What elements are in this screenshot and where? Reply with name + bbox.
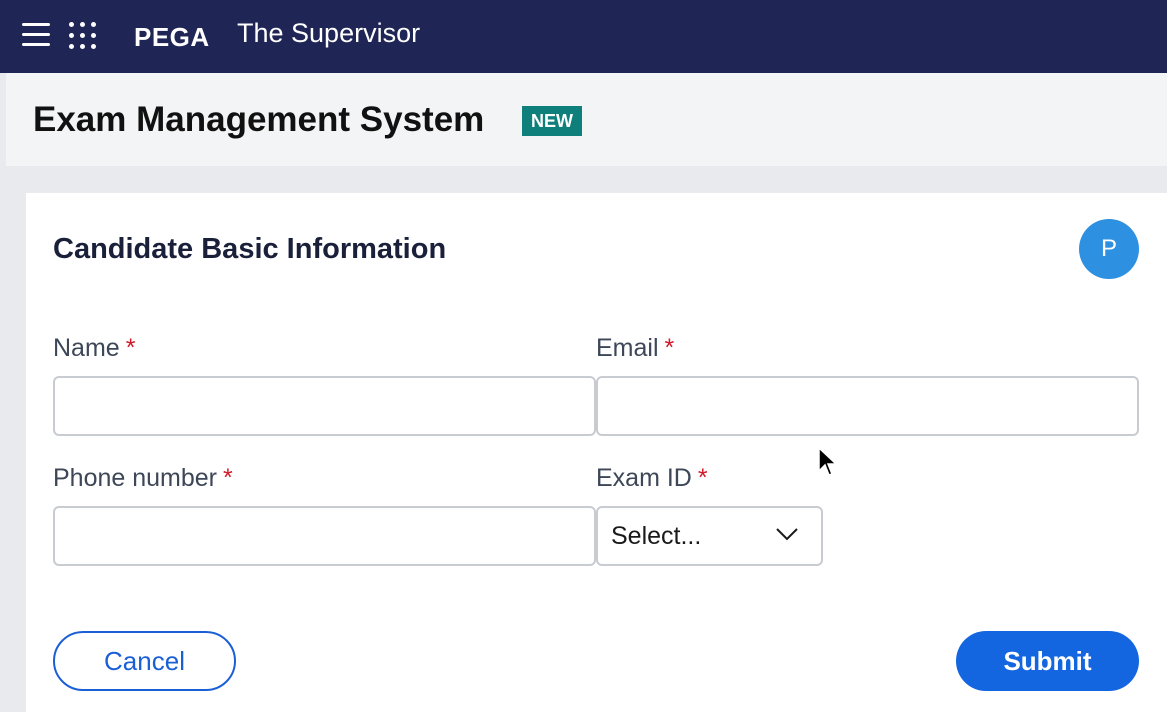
new-badge: NEW [522, 106, 582, 136]
required-marker: * [223, 464, 233, 492]
app-grid-icon[interactable] [69, 22, 97, 50]
page-header: Exam Management System NEW [6, 73, 1167, 166]
required-marker: * [697, 464, 708, 492]
name-label-text: Name [53, 334, 120, 362]
form-title: Candidate Basic Information [53, 233, 447, 265]
chevron-down-icon [776, 528, 798, 541]
page-title: Exam Management System [33, 100, 485, 139]
phone-label-text: Phone number [53, 464, 218, 492]
name-input[interactable] [53, 376, 596, 436]
email-label: Email * [596, 334, 674, 363]
app-name: The Supervisor [237, 18, 421, 48]
avatar[interactable]: P [1079, 219, 1139, 279]
cancel-button[interactable]: Cancel [53, 631, 236, 691]
submit-button[interactable]: Submit [956, 631, 1139, 691]
exam-id-label-text: Exam ID [596, 464, 692, 492]
required-marker: * [125, 334, 136, 362]
hamburger-menu-icon[interactable] [22, 23, 50, 47]
email-label-text: Email [596, 334, 659, 362]
top-navigation-bar: PEGA The Supervisor [0, 0, 1167, 73]
exam-id-select[interactable]: Select... [596, 506, 823, 566]
exam-id-label: Exam ID * [596, 464, 708, 493]
name-label: Name * [53, 334, 135, 363]
phone-input[interactable] [53, 506, 596, 566]
pega-logo[interactable]: PEGA [134, 22, 210, 53]
required-marker: * [664, 334, 675, 362]
email-input[interactable] [596, 376, 1139, 436]
candidate-form-card: Candidate Basic Information P Name * Emai… [26, 193, 1167, 712]
phone-label: Phone number * [53, 464, 233, 493]
mouse-pointer-icon [818, 447, 838, 476]
exam-id-selected-value: Select... [611, 522, 702, 550]
